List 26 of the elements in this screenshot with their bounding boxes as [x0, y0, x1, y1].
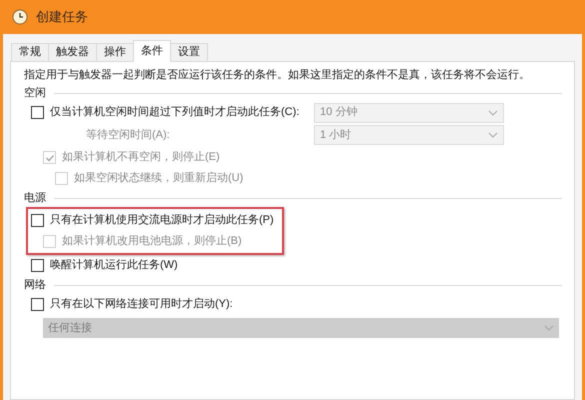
checkbox-label: 如果空闲状态继续，则重新启动(U) [74, 170, 244, 186]
checkbox[interactable] [31, 298, 44, 311]
checkbox-label: 只有在计算机使用交流电源时才启动此任务(P) [50, 212, 274, 228]
tab[interactable]: 条件 [133, 40, 171, 62]
checkbox[interactable] [31, 259, 44, 272]
description-text: 指定用于与触发器一起判断是否应运行该任务的条件。如果这里指定的条件不是真，该任务将不会运行。 [24, 68, 531, 83]
tab[interactable]: 触发器 [48, 43, 97, 62]
checkbox-label: 仅当计算机空闲时间超过下列值时才启动此任务(C): [50, 104, 300, 120]
checkbox[interactable] [31, 106, 44, 119]
window-title: 创建任务 [36, 8, 88, 26]
chevron-down-icon [488, 110, 498, 116]
field-label: 等待空闲时间(A): [85, 128, 170, 143]
tab[interactable]: 常规 [11, 43, 49, 62]
checkbox[interactable] [31, 214, 44, 227]
section-heading: 空闲 [24, 86, 46, 101]
chevron-down-icon [488, 132, 498, 138]
checkbox-label: 唤醒计算机运行此任务(W) [50, 258, 178, 274]
checkbox-label: 如果计算机改用电池电源，则停止(B) [62, 234, 242, 250]
section-heading: 网络 [24, 278, 46, 293]
tab[interactable]: 设置 [170, 43, 208, 62]
checkbox-label: 如果计算机不再空闲，则停止(E) [62, 150, 220, 166]
chevron-down-icon [544, 325, 554, 331]
tab[interactable]: 操作 [96, 43, 134, 62]
section-heading: 电源 [24, 190, 46, 206]
clock-icon [12, 9, 28, 25]
checkbox-label: 只有在以下网络连接可用时才启动(Y): [50, 296, 233, 312]
